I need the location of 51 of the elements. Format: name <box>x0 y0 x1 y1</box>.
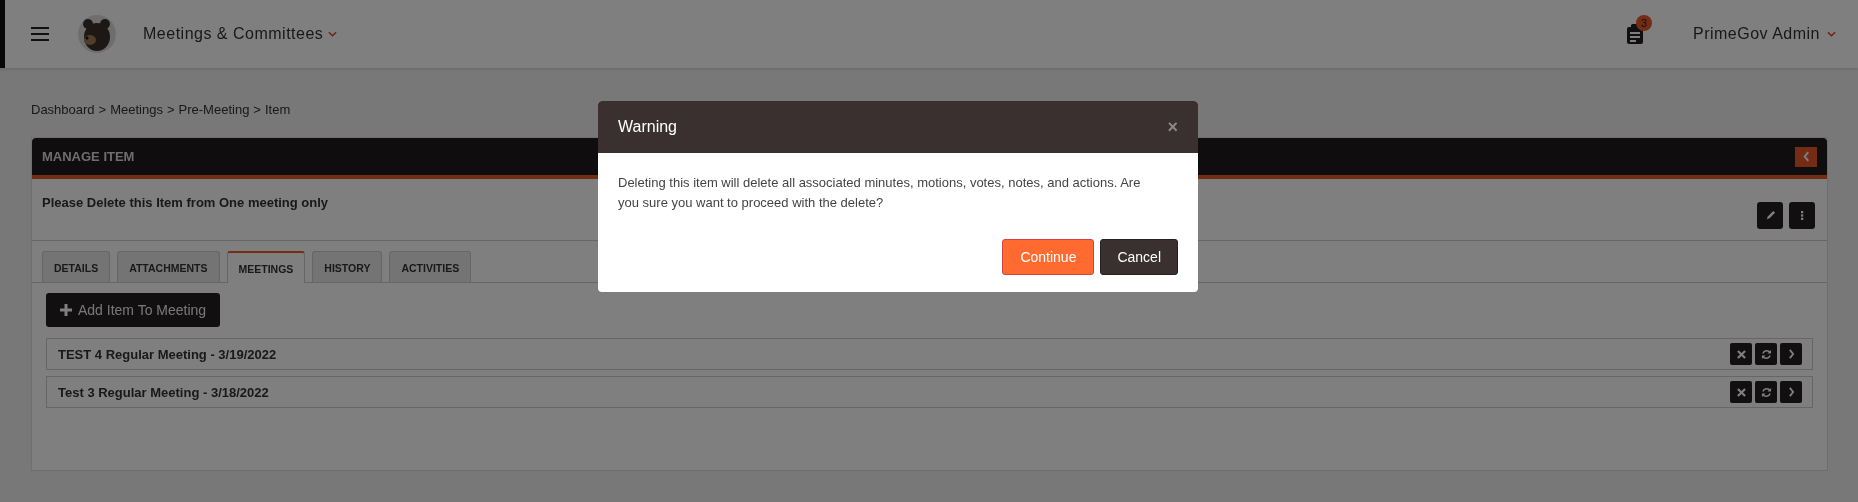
clipboard-icon[interactable] <box>1626 24 1643 44</box>
kebab-icon <box>1800 210 1804 221</box>
remove-button[interactable] <box>1730 381 1752 403</box>
meeting-row[interactable]: Test 3 Regular Meeting - 3/18/2022 <box>46 376 1813 408</box>
card-title: MANAGE ITEM <box>42 149 135 164</box>
dialog-message: Deleting this item will delete all associated minutes, motions, votes, notes, and actions. Are you sure you want to proceed with the delete? <box>618 174 1142 212</box>
item-title: Please Delete this Item from One meeting only <box>42 195 329 210</box>
notification-badge: 3 <box>1635 15 1652 31</box>
tab[interactable]: ATTACHMENTS <box>117 251 220 282</box>
breadcrumb-link[interactable]: Pre-Meeting <box>178 102 250 117</box>
app-title[interactable]: Meetings & Committees <box>143 25 324 43</box>
tab[interactable]: MEETINGS <box>226 251 306 283</box>
menu-icon[interactable] <box>31 27 49 41</box>
dialog-title: Warning <box>618 118 677 136</box>
close-button[interactable]: × <box>1167 116 1178 138</box>
tab[interactable]: HISTORY <box>312 251 383 282</box>
user-name[interactable]: PrimeGov Admin <box>1692 25 1820 43</box>
meeting-name: TEST 4 Regular Meeting - 3/19/2022 <box>58 346 277 362</box>
add-item-button[interactable]: Add Item To Meeting <box>46 293 221 327</box>
open-button[interactable] <box>1780 343 1802 365</box>
tab[interactable]: ACTIVITIES <box>389 251 472 282</box>
caret-icon[interactable] <box>328 31 338 37</box>
breadcrumb-separator: > <box>98 102 107 117</box>
refresh-button[interactable] <box>1755 343 1777 365</box>
bear-icon <box>77 14 117 54</box>
refresh-button[interactable] <box>1755 381 1777 403</box>
chevron-right-icon <box>1787 349 1795 359</box>
tab[interactable]: DETAILS <box>42 251 111 282</box>
breadcrumb-link[interactable]: Meetings <box>110 102 163 117</box>
breadcrumb-link[interactable]: Dashboard <box>31 102 95 117</box>
cancel-button[interactable]: Cancel <box>1100 239 1178 275</box>
collapse-button[interactable] <box>1795 146 1817 167</box>
meeting-name: Test 3 Regular Meeting - 3/18/2022 <box>58 384 269 400</box>
breadcrumb-separator: > <box>166 102 175 117</box>
remove-button[interactable] <box>1730 343 1752 365</box>
breadcrumb-link[interactable]: Item <box>264 102 291 117</box>
more-button[interactable] <box>1789 202 1815 229</box>
chevron-right-icon <box>1787 387 1795 397</box>
continue-button[interactable]: Continue <box>1002 239 1095 275</box>
edit-button[interactable] <box>1757 202 1783 229</box>
meeting-row[interactable]: TEST 4 Regular Meeting - 3/19/2022 <box>46 338 1813 370</box>
close-icon <box>1736 387 1746 397</box>
pencil-icon <box>1764 210 1776 221</box>
breadcrumb-separator: > <box>253 102 261 117</box>
close-icon <box>1736 349 1746 359</box>
caret-icon[interactable] <box>1827 31 1836 37</box>
refresh-icon <box>1760 348 1772 360</box>
open-button[interactable] <box>1780 381 1802 403</box>
plus-icon <box>60 304 72 316</box>
refresh-icon <box>1760 386 1772 398</box>
chevron-left-icon <box>1802 151 1810 162</box>
